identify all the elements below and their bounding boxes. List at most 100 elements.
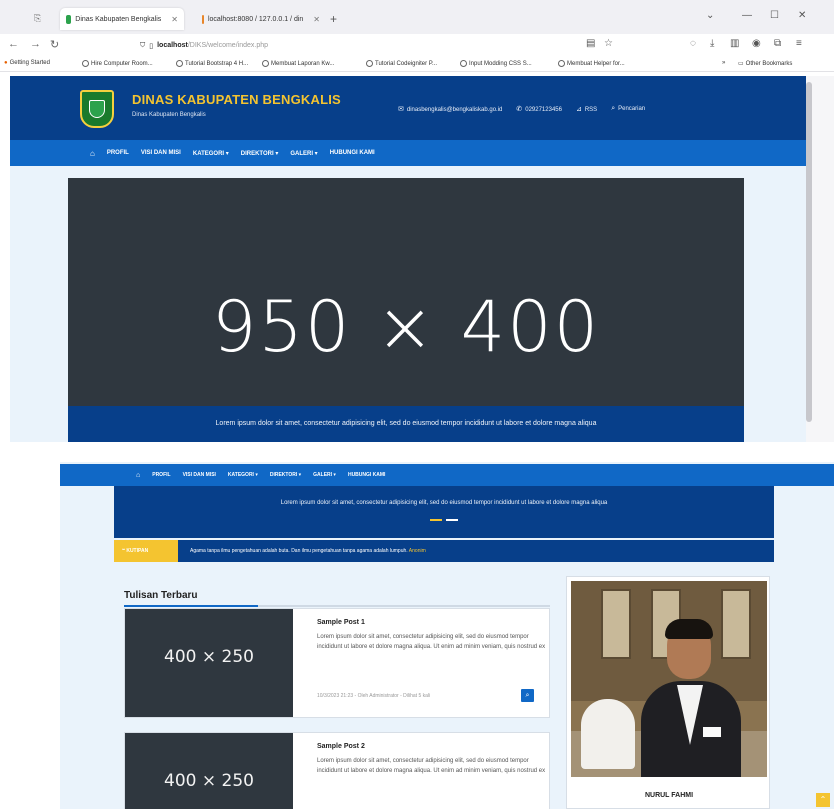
profile-card: NURUL FAHMI (566, 576, 770, 809)
firefox-icon: ● (4, 60, 8, 66)
slider-caption-text: Lorem ipsum dolor sit amet, consectetur … (280, 500, 608, 506)
post-title[interactable]: Sample Post 2 (317, 743, 365, 750)
post-thumbnail[interactable]: 400 × 250 (125, 609, 293, 717)
read-more-search-icon[interactable]: ⌕ (521, 689, 534, 702)
close-tab-icon[interactable]: ✕ (171, 15, 178, 24)
phpmyadmin-favicon-icon (202, 14, 204, 24)
close-window-icon[interactable]: ✕ (798, 10, 806, 21)
bookmark-item[interactable]: Tutorial Bootstrap 4 H... (176, 60, 248, 67)
globe-icon (262, 60, 269, 67)
scrollbar[interactable] (806, 76, 834, 442)
tab-bar: ⎘ Dinas Kabupaten Bengkalis ✕ localhost:… (0, 0, 834, 34)
quote-text: Agama tanpa ilmu pengetahuan adalah buta… (190, 548, 426, 554)
url-text: localhost/DIKS/welcome/index.php (157, 42, 268, 49)
site-menu-sticky: ⌂ PROFIL VISI DAN MISI KATEGORI ▾ DIREKT… (60, 464, 834, 486)
slider-placeholder-label: 950 × 400 (211, 286, 601, 368)
more-bookmarks-icon[interactable]: » (722, 60, 725, 66)
phone-icon: ✆ (516, 106, 523, 113)
section-divider (124, 605, 550, 607)
close-tab-icon[interactable]: ✕ (313, 15, 320, 24)
post-excerpt: Lorem ipsum dolor sit amet, consectetur … (317, 758, 546, 774)
slider-indicator-active[interactable] (430, 519, 442, 521)
post-meta: 10/3/2023 21:23 - Oleh Administrator - D… (317, 693, 431, 699)
site-menu: ⌂ PROFIL VISI DAN MISI KATEGORI ▾ DIREKT… (10, 140, 806, 166)
menu-direktori[interactable]: DIREKTORI ▾ (241, 150, 279, 157)
tab-active[interactable]: Dinas Kabupaten Bengkalis ✕ (60, 8, 184, 30)
globe-icon (176, 60, 183, 67)
menu-icon[interactable]: ≡ (796, 38, 802, 49)
post-excerpt: Lorem ipsum dolor sit amet, consectetur … (317, 634, 546, 650)
tab-label: localhost:8080 / 127.0.0.1 / din (207, 15, 304, 23)
scroll-top-icon[interactable]: ⌃ (816, 793, 830, 807)
post-thumbnail[interactable]: 400 × 250 (125, 733, 293, 809)
new-tab-button[interactable]: + (330, 12, 337, 26)
menu-visi-misi[interactable]: VISI DAN MISI (141, 150, 181, 156)
maximize-icon[interactable]: ☐ (770, 10, 779, 21)
section-title: Tulisan Terbaru (124, 590, 198, 601)
slider-caption: Lorem ipsum dolor sit amet, consectetur … (68, 406, 744, 442)
menu-visi-misi[interactable]: VISI DAN MISI (183, 472, 216, 478)
bookmark-item[interactable]: Input Modding CSS S... (460, 60, 532, 67)
scrollbar-thumb[interactable] (806, 82, 812, 422)
menu-profil[interactable]: PROFIL (107, 150, 129, 156)
menu-kategori[interactable]: KATEGORI ▾ (193, 150, 229, 157)
globe-icon (460, 60, 467, 67)
bookmark-star-icon[interactable]: ☆ (604, 38, 613, 49)
download-icon[interactable]: ⤓ (710, 38, 714, 49)
folder-icon: ▭ (738, 61, 744, 67)
quote-ticker: ❝ KUTIPAN Agama tanpa ilmu pengetahuan a… (114, 540, 774, 562)
profile-name: NURUL FAHMI (644, 792, 694, 799)
bookmark-getting-started[interactable]: ● Getting Started (4, 60, 50, 66)
pocket-icon[interactable]: ◌ (690, 38, 696, 49)
bookmark-item[interactable]: Tutorial Codeigniter P... (366, 60, 437, 67)
menu-hubungi-kami[interactable]: HUBUNGI KAMI (330, 150, 375, 156)
address-bar[interactable]: ⛉ ▯ localhost/DIKS/welcome/index.php (140, 38, 640, 53)
forward-icon[interactable]: → (30, 38, 41, 50)
minimize-icon[interactable]: — (742, 10, 752, 21)
bookmark-item[interactable]: Membuat Helper for... (558, 60, 625, 67)
tab-label: Dinas Kabupaten Bengkalis (75, 15, 162, 23)
site-subtitle: Dinas Kabupaten Bengkalis (132, 112, 206, 118)
other-bookmarks[interactable]: ▭ Other Bookmarks (738, 60, 792, 68)
kabupaten-logo[interactable] (80, 90, 114, 128)
thumbnail-label: 400 × 250 (164, 771, 254, 791)
site-title[interactable]: DINAS KABUPATEN BENGKALIS (132, 92, 341, 107)
menu-galeri[interactable]: GALERI ▾ (290, 150, 317, 157)
page-icon: ▯ (149, 42, 154, 50)
bookmark-item[interactable]: Membuat Laporan Kw... (262, 60, 334, 67)
library-icon[interactable]: ▥ (730, 38, 739, 49)
reader-view-icon[interactable]: ▤ (586, 38, 595, 49)
reload-icon[interactable]: ↻ (50, 38, 59, 51)
phone-link[interactable]: ✆ 02927123456 (516, 105, 562, 113)
home-icon[interactable]: ⌂ (136, 472, 140, 479)
home-icon[interactable]: ⌂ (90, 149, 95, 158)
search-icon: ⌕ (611, 105, 616, 112)
hero-slider[interactable]: 950 × 400 (68, 178, 744, 406)
globe-icon (366, 60, 373, 67)
menu-galeri[interactable]: GALERI ▾ (313, 472, 336, 478)
thumbnail-label: 400 × 250 (164, 647, 254, 667)
post-title[interactable]: Sample Post 1 (317, 619, 365, 626)
slider-indicator[interactable] (446, 519, 458, 521)
bookmark-item[interactable]: Hire Computer Room... (82, 60, 153, 67)
menu-profil[interactable]: PROFIL (152, 472, 170, 478)
search-link[interactable]: ⌕ Pencarian (611, 105, 645, 113)
extensions-icon[interactable]: ⧉ (774, 38, 781, 49)
quote-author: Anonim (408, 548, 426, 554)
account-icon[interactable]: ◉ (752, 38, 761, 49)
back-icon[interactable]: ← (8, 38, 19, 50)
quote-badge: ❝ KUTIPAN (114, 540, 178, 562)
page-section-lower: ⌂ PROFIL VISI DAN MISI KATEGORI ▾ DIREKT… (60, 462, 834, 809)
tab-phpmyadmin[interactable]: localhost:8080 / 127.0.0.1 / din ✕ (196, 8, 326, 30)
globe-icon (82, 60, 89, 67)
rss-icon: ⊿ (575, 106, 582, 113)
menu-direktori[interactable]: DIREKTORI ▾ (270, 472, 301, 478)
envelope-icon: ✉ (398, 106, 404, 113)
menu-kategori[interactable]: KATEGORI ▾ (228, 472, 258, 478)
tab-overview-icon[interactable]: ⎘ (34, 13, 41, 24)
post-card: 400 × 250 Sample Post 2 Lorem ipsum dolo… (124, 732, 550, 809)
menu-hubungi-kami[interactable]: HUBUNGI KAMI (348, 472, 386, 478)
list-tabs-icon[interactable]: ⌄ (706, 10, 714, 21)
rss-link[interactable]: ⊿ RSS (576, 105, 597, 113)
email-link[interactable]: ✉ dinasbengkalis@bengkaliskab.go.id (398, 105, 502, 113)
